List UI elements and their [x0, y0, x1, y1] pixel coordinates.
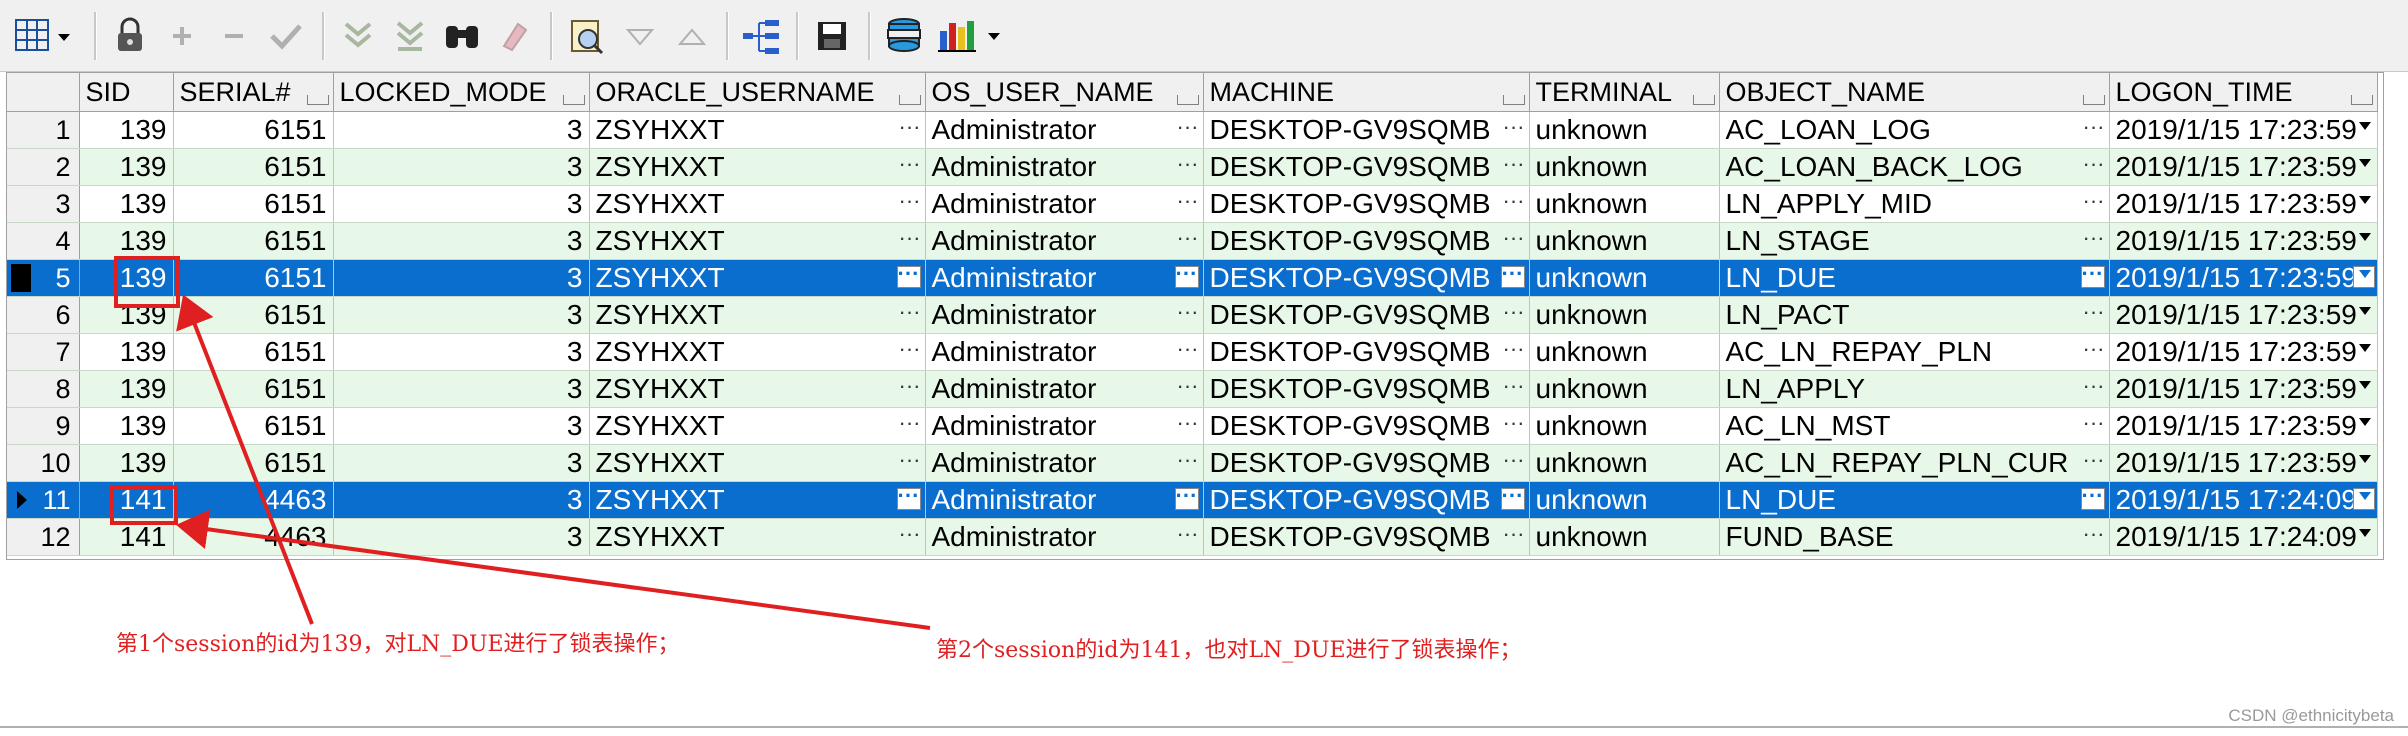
- annotation-session-1: 第1个session的id为139，对LN_DUE进行了锁表操作；: [116, 632, 680, 657]
- watermark-text: CSDN @ethnicitybeta: [2228, 706, 2394, 725]
- arrow-to-sid-139: [176, 294, 314, 625]
- bottom-divider: [0, 726, 2408, 728]
- arrow-to-sid-141: [176, 509, 931, 630]
- annotation-session-2: 第2个session的id为141，也对LN_DUE进行了锁表操作；: [936, 638, 1522, 663]
